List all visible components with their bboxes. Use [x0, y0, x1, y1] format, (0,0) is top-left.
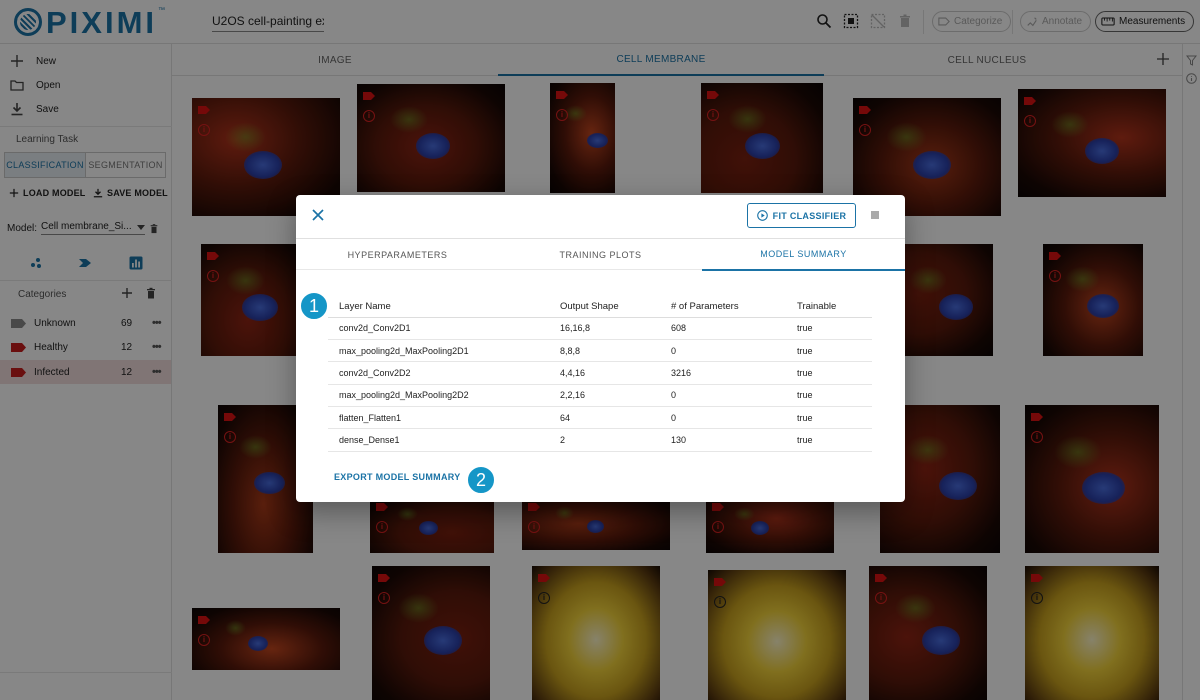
column-header: Output Shape [549, 296, 660, 318]
fit-classifier-label: FIT CLASSIFIER [772, 210, 847, 221]
dialog-tabs: HYPERPARAMETERS TRAINING PLOTS MODEL SUM… [296, 238, 905, 271]
table-cell: 0 [660, 384, 786, 408]
table-cell: 130 [660, 428, 786, 452]
tab-model-summary[interactable]: MODEL SUMMARY [702, 239, 905, 271]
table-cell: true [786, 384, 872, 408]
callout-badge-1: 1 [299, 291, 329, 321]
table-cell: 8,8,8 [549, 339, 660, 363]
table-cell: 2 [549, 428, 660, 452]
table-cell: 16,16,8 [549, 317, 660, 340]
tab-hyperparameters[interactable]: HYPERPARAMETERS [296, 239, 499, 271]
table-cell: true [786, 361, 872, 385]
tab-training-plots[interactable]: TRAINING PLOTS [499, 239, 702, 271]
stop-icon[interactable] [871, 211, 879, 219]
table-cell: dense_Dense1 [328, 428, 549, 452]
play-circle-icon [756, 210, 768, 221]
model-summary-dialog: FIT CLASSIFIER HYPERPARAMETERS TRAINING … [296, 195, 905, 502]
model-summary-table: Layer Name Output Shape # of Parameters … [328, 296, 872, 452]
table-cell: 2,2,16 [549, 384, 660, 408]
column-header: Trainable [786, 296, 872, 318]
table-cell: 0 [660, 406, 786, 430]
callout-badge-2: 2 [466, 465, 496, 495]
table-row: flatten_Flatten1 64 0 true [328, 406, 872, 430]
table-row: conv2d_Conv2D1 16,16,8 608 true [328, 317, 872, 340]
fit-classifier-button[interactable]: FIT CLASSIFIER [747, 203, 856, 228]
table-cell: true [786, 339, 872, 363]
column-header: Layer Name [328, 296, 549, 318]
table-cell: true [786, 428, 872, 452]
table-cell: 4,4,16 [549, 361, 660, 385]
table-cell: true [786, 406, 872, 430]
export-model-summary-button[interactable]: EXPORT MODEL SUMMARY [334, 472, 461, 482]
table-cell: conv2d_Conv2D1 [328, 317, 549, 340]
table-cell: max_pooling2d_MaxPooling2D2 [328, 384, 549, 408]
table-cell: conv2d_Conv2D2 [328, 361, 549, 385]
table-cell: 0 [660, 339, 786, 363]
table-cell: 3216 [660, 361, 786, 385]
column-header: # of Parameters [660, 296, 786, 318]
table-cell: 64 [549, 406, 660, 430]
table-cell: 608 [660, 317, 786, 340]
table-cell: true [786, 317, 872, 340]
table-row: conv2d_Conv2D2 4,4,16 3216 true [328, 361, 872, 385]
table-cell: max_pooling2d_MaxPooling2D1 [328, 339, 549, 363]
table-header-row: Layer Name Output Shape # of Parameters … [328, 296, 872, 318]
close-icon[interactable] [310, 207, 326, 223]
table-row: max_pooling2d_MaxPooling2D2 2,2,16 0 true [328, 384, 872, 408]
table-row: dense_Dense1 2 130 true [328, 428, 872, 452]
table-row: max_pooling2d_MaxPooling2D1 8,8,8 0 true [328, 339, 872, 363]
table-cell: flatten_Flatten1 [328, 406, 549, 430]
